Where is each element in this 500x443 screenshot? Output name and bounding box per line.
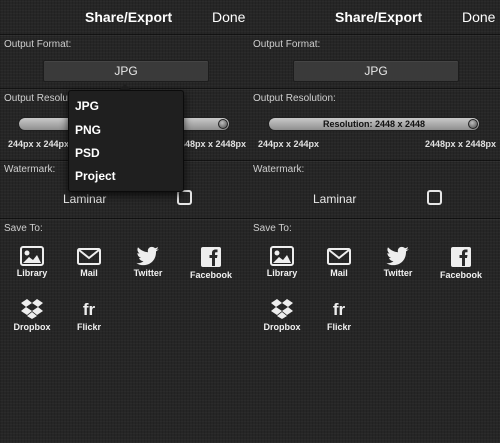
watermark-label: Watermark:	[253, 164, 305, 175]
resolution-min-label: 244px x 244px	[8, 139, 70, 149]
share-library-button[interactable]: Library	[4, 246, 60, 278]
divider	[0, 218, 250, 219]
watermark-checkbox[interactable]	[427, 190, 442, 205]
output-format-select[interactable]: JPG	[43, 60, 209, 82]
done-button[interactable]: Done	[212, 9, 245, 25]
flickr-icon: fr	[333, 300, 346, 319]
resolution-max-label: 2448px x 2448px	[175, 139, 247, 149]
divider	[250, 34, 500, 35]
share-label: Mail	[80, 268, 98, 278]
share-export-panel-left: Share/Export Done Output Format: JPG Out…	[0, 0, 250, 443]
share-label: Library	[16, 268, 48, 278]
twitter-icon	[386, 246, 409, 266]
share-facebook-button[interactable]: Facebook	[433, 246, 489, 280]
format-option-psd[interactable]: PSD	[75, 146, 100, 160]
share-mail-button[interactable]: Mail	[61, 246, 117, 278]
done-button[interactable]: Done	[462, 9, 495, 25]
page-title: Share/Export	[85, 9, 173, 25]
watermark-checkbox[interactable]	[177, 190, 192, 205]
share-dropbox-button[interactable]: Dropbox	[4, 298, 60, 332]
share-facebook-button[interactable]: Facebook	[183, 246, 239, 280]
share-export-panel-right: Share/Export Done Output Format: JPG Out…	[250, 0, 500, 443]
share-flickr-button[interactable]: fr Flickr	[311, 298, 367, 332]
share-label: Dropbox	[13, 322, 51, 332]
divider	[250, 88, 500, 89]
dropbox-icon	[21, 299, 43, 319]
output-resolution-label: Output Resolution:	[253, 93, 336, 104]
watermark-text: Laminar	[313, 192, 357, 206]
slider-thumb[interactable]	[468, 119, 478, 129]
mail-icon	[327, 248, 351, 265]
page-title: Share/Export	[335, 9, 423, 25]
dropbox-icon	[271, 299, 293, 319]
svg-text:fr: fr	[333, 300, 346, 319]
divider	[0, 34, 250, 35]
svg-text:fr: fr	[83, 300, 96, 319]
share-library-button[interactable]: Library	[254, 246, 310, 278]
watermark-text: Laminar	[63, 192, 107, 206]
share-label: Dropbox	[263, 322, 301, 332]
format-option-project[interactable]: Project	[75, 169, 116, 183]
save-to-label: Save To:	[253, 223, 292, 234]
output-format-select[interactable]: JPG	[293, 60, 459, 82]
format-popover-menu: JPG PNG PSD Project	[68, 90, 184, 192]
share-mail-button[interactable]: Mail	[311, 246, 367, 278]
slider-thumb[interactable]	[218, 119, 228, 129]
divider	[250, 218, 500, 219]
twitter-icon	[136, 246, 159, 266]
resolution-max-label: 2448px x 2448px	[425, 139, 497, 149]
photo-icon	[20, 246, 44, 266]
save-to-label: Save To:	[4, 223, 43, 234]
facebook-icon	[451, 247, 471, 267]
share-flickr-button[interactable]: fr Flickr	[61, 298, 117, 332]
share-label: Mail	[330, 268, 348, 278]
facebook-icon	[201, 247, 221, 267]
output-format-label: Output Format:	[4, 39, 72, 50]
photo-icon	[270, 246, 294, 266]
share-twitter-button[interactable]: Twitter	[370, 246, 426, 278]
share-twitter-button[interactable]: Twitter	[120, 246, 176, 278]
share-label: Twitter	[383, 268, 413, 278]
output-format-label: Output Format:	[253, 39, 321, 50]
share-label: Flickr	[76, 322, 101, 332]
share-label: Flickr	[326, 322, 351, 332]
format-option-png[interactable]: PNG	[75, 123, 101, 137]
mail-icon	[77, 248, 101, 265]
flickr-icon: fr	[83, 300, 96, 319]
share-dropbox-button[interactable]: Dropbox	[254, 298, 310, 332]
resolution-min-label: 244px x 244px	[258, 139, 320, 149]
format-option-jpg[interactable]: JPG	[75, 99, 99, 113]
share-label: Facebook	[189, 270, 232, 280]
share-label: Facebook	[439, 270, 482, 280]
share-label: Twitter	[133, 268, 163, 278]
share-label: Library	[266, 268, 298, 278]
resolution-slider[interactable]: Resolution: 2448 x 2448	[268, 117, 480, 131]
watermark-label: Watermark:	[4, 164, 56, 175]
resolution-value-label: Resolution: 2448 x 2448	[322, 119, 426, 129]
divider	[250, 160, 500, 161]
